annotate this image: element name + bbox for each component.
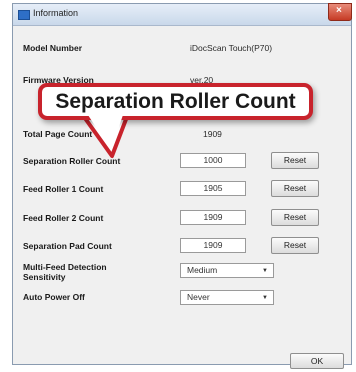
callout-pointer-cover xyxy=(86,112,124,150)
